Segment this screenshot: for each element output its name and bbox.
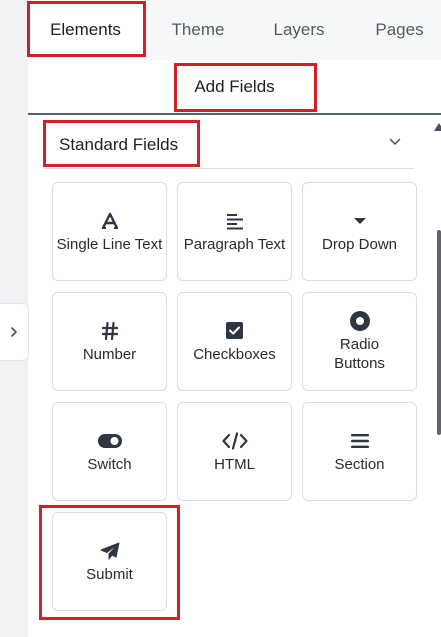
paper-plane-icon <box>100 540 120 562</box>
hash-icon <box>101 320 118 342</box>
field-checkboxes[interactable]: Checkboxes <box>177 292 292 391</box>
section-lines-icon <box>350 430 369 452</box>
field-number[interactable]: Number <box>52 292 167 391</box>
checkbox-icon <box>226 320 243 342</box>
field-label: Single Line Text <box>56 235 163 253</box>
field-submit[interactable]: Submit <box>52 512 167 611</box>
chevron-down-icon <box>388 135 402 154</box>
scrollbar-thumb[interactable] <box>437 230 441 435</box>
field-section[interactable]: Section <box>302 402 417 501</box>
field-drop-down[interactable]: Drop Down <box>302 182 417 281</box>
tab-elements[interactable]: Elements <box>28 0 143 60</box>
field-single-line-text[interactable]: Single Line Text <box>52 182 167 281</box>
scroll-up-arrow[interactable] <box>434 123 441 131</box>
add-fields-header: Add Fields <box>28 60 441 115</box>
standard-fields-toggle[interactable]: Standard Fields <box>44 121 414 169</box>
field-radio-buttons[interactable]: Radio Buttons <box>302 292 417 391</box>
toggle-icon <box>97 430 122 452</box>
field-label: Section <box>334 455 385 473</box>
radio-icon <box>349 310 370 332</box>
tab-layers[interactable]: Layers <box>253 0 345 60</box>
tab-bar: Elements Theme Layers Pages <box>28 0 441 60</box>
section-title: Standard Fields <box>59 134 179 154</box>
dropdown-caret-icon <box>353 210 367 232</box>
field-label: Submit <box>86 565 133 583</box>
field-label: Paragraph Text <box>183 235 286 253</box>
field-label: Checkboxes <box>193 345 276 363</box>
field-label: Switch <box>87 455 132 473</box>
field-label: HTML <box>214 455 255 473</box>
code-icon <box>221 430 248 452</box>
chevron-right-icon <box>11 327 17 337</box>
text-a-icon <box>101 210 119 232</box>
paragraph-icon <box>226 210 244 232</box>
add-fields-label: Add Fields <box>194 76 275 96</box>
expand-panel-button[interactable] <box>0 303 29 361</box>
field-paragraph-text[interactable]: Paragraph Text <box>177 182 292 281</box>
tab-theme[interactable]: Theme <box>148 0 248 60</box>
field-switch[interactable]: Switch <box>52 402 167 501</box>
field-label: Drop Down <box>321 235 398 253</box>
field-html[interactable]: HTML <box>177 402 292 501</box>
field-label: Number <box>82 345 137 363</box>
field-label: Radio Buttons <box>334 336 385 372</box>
tab-pages[interactable]: Pages <box>358 0 441 60</box>
